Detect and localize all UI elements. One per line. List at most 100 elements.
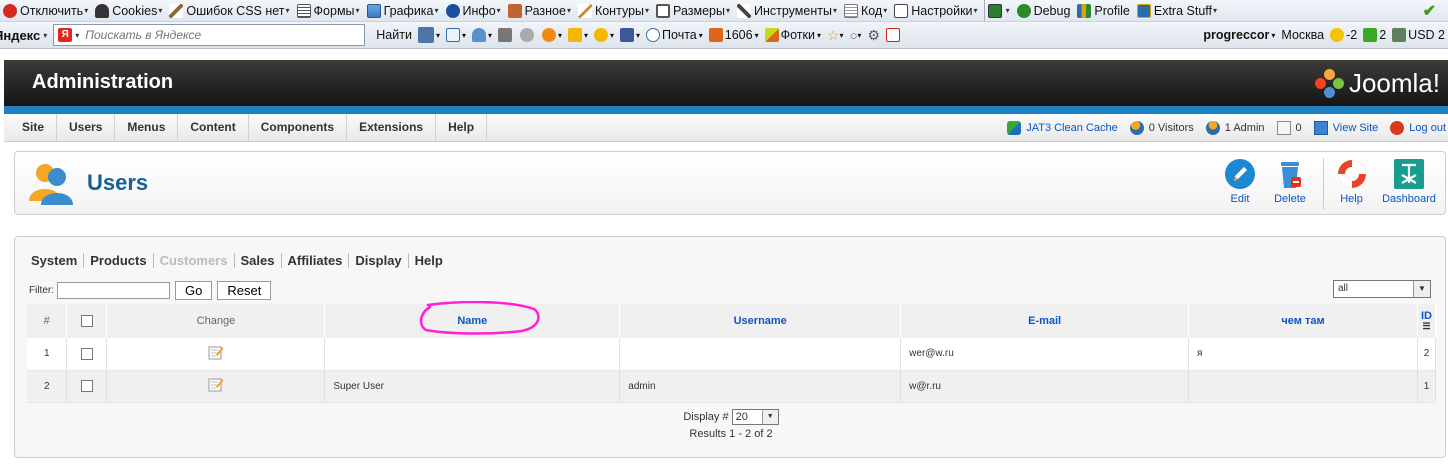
vk-icon[interactable]: ▾ bbox=[415, 22, 443, 48]
tab-sales[interactable]: Sales bbox=[233, 253, 281, 268]
bug-icon bbox=[1016, 3, 1031, 18]
toolbar-item-profile[interactable]: Profile bbox=[1074, 0, 1133, 21]
yandex-photos-item[interactable]: Фотки ▾ bbox=[762, 22, 824, 48]
globe-icon[interactable] bbox=[517, 22, 539, 48]
yandex-mail-item[interactable]: Почта ▾ bbox=[643, 22, 706, 48]
images-icon bbox=[366, 3, 381, 18]
odnoklassniki-icon[interactable]: ▾ bbox=[539, 22, 565, 48]
row-checkbox[interactable] bbox=[80, 380, 93, 392]
messages-status[interactable]: 0 bbox=[1276, 120, 1302, 135]
traffic-item[interactable]: 2 bbox=[1360, 22, 1389, 48]
select-all-checkbox[interactable] bbox=[80, 315, 93, 328]
toolbar-item-tools[interactable]: Инструменты ▾ bbox=[734, 0, 841, 21]
menu-extensions[interactable]: Extensions bbox=[347, 114, 437, 141]
yandex-counter-item[interactable]: 1606 ▾ bbox=[706, 22, 762, 48]
menu-content[interactable]: Content bbox=[178, 114, 249, 141]
col-email[interactable]: E-mail bbox=[900, 304, 1190, 338]
chevron-down-icon[interactable]: ▾ bbox=[75, 31, 79, 40]
edit-button[interactable]: Edit bbox=[1215, 158, 1265, 210]
tab-display[interactable]: Display bbox=[348, 253, 407, 268]
help-button[interactable]: Help bbox=[1323, 158, 1379, 210]
menu-menus[interactable]: Menus bbox=[115, 114, 179, 141]
display-count-select[interactable]: 20 ▼ bbox=[731, 409, 779, 425]
toolbar-item-images[interactable]: Графика ▾ bbox=[364, 0, 443, 21]
alert-icon[interactable]: ▾ bbox=[591, 22, 617, 48]
logout-link[interactable]: Log out bbox=[1390, 120, 1446, 135]
weather-item[interactable]: -2 bbox=[1327, 22, 1360, 48]
tab-help[interactable]: Help bbox=[407, 253, 449, 268]
person-icon[interactable]: ▾ bbox=[469, 22, 495, 48]
toolbar-item-extra[interactable]: Extra Stuff ▾ bbox=[1134, 0, 1221, 21]
toolbar-item-disable[interactable]: Отключить ▾ bbox=[0, 0, 92, 21]
toolbar-item-misc[interactable]: Разное ▾ bbox=[505, 0, 575, 21]
menu-help[interactable]: Help bbox=[436, 114, 488, 141]
tab-products[interactable]: Products bbox=[83, 253, 152, 268]
toolbar-item-options[interactable]: Настройки ▾ bbox=[891, 0, 981, 21]
tab-customers[interactable]: Customers bbox=[152, 253, 234, 268]
toolbar-item-resize[interactable]: Размеры ▾ bbox=[653, 0, 734, 21]
clean-cache-link[interactable]: JAT3 Clean Cache bbox=[1007, 120, 1118, 135]
chevron-down-icon[interactable]: ▼ bbox=[761, 410, 778, 424]
reset-button[interactable]: Reset bbox=[217, 281, 272, 300]
dashboard-button[interactable]: Dashboard bbox=[1379, 158, 1439, 210]
tab-affiliates[interactable]: Affiliates bbox=[280, 253, 349, 268]
table-row[interactable]: 2 Super User admin w@r.ru 1 bbox=[27, 370, 1437, 403]
col-extra[interactable]: чем там bbox=[1188, 304, 1418, 338]
chevron-down-icon: ▾ bbox=[1005, 6, 1010, 15]
delete-icon bbox=[1281, 162, 1301, 188]
menu-site[interactable]: Site bbox=[10, 114, 58, 141]
star-icon[interactable]: ☆ ▾ bbox=[824, 22, 847, 48]
edit-note-icon[interactable] bbox=[208, 345, 224, 360]
recycle-icon bbox=[1007, 120, 1022, 135]
green-check-icon[interactable]: ✔ bbox=[1420, 0, 1440, 21]
col-id[interactable]: ID ☰ bbox=[1417, 304, 1437, 338]
toolbar-item-cookies[interactable]: Cookies ▾ bbox=[92, 0, 166, 21]
menu-components[interactable]: Components bbox=[249, 114, 348, 141]
filter-select[interactable]: all ▼ bbox=[1333, 280, 1431, 298]
envelope-icon[interactable]: ▾ bbox=[565, 22, 591, 48]
toolbar-item-monitor[interactable]: ▾ bbox=[983, 0, 1014, 21]
gear-icon[interactable]: ⚙ bbox=[864, 22, 883, 48]
joomla-logo[interactable]: Joomla! bbox=[1314, 68, 1440, 99]
chevron-down-icon[interactable]: ▼ bbox=[1413, 281, 1430, 297]
currency-item[interactable]: USD 2 bbox=[1389, 22, 1448, 48]
page-title: Users bbox=[87, 170, 149, 195]
profile-icon bbox=[1077, 3, 1092, 18]
chevron-down-icon: ▾ bbox=[496, 6, 501, 15]
go-button[interactable]: Go bbox=[175, 281, 213, 300]
yandex-search-field[interactable]: Я ▾ bbox=[53, 24, 366, 46]
toolbar-item-forms[interactable]: Формы ▾ bbox=[294, 0, 364, 21]
toolbar-item-outline[interactable]: Контуры ▾ bbox=[575, 0, 653, 21]
tools-icon bbox=[737, 3, 751, 18]
delete-button[interactable]: Delete bbox=[1265, 158, 1315, 210]
chevron-down-icon: ▾ bbox=[832, 6, 837, 15]
toolbar-item-source[interactable]: Код ▾ bbox=[841, 0, 891, 21]
col-username[interactable]: Username bbox=[619, 304, 902, 338]
yandex-city[interactable]: Москва bbox=[1278, 22, 1327, 48]
gmail-icon[interactable] bbox=[883, 22, 905, 48]
box-icon bbox=[708, 28, 723, 42]
chevron-down-icon[interactable]: ▾ bbox=[43, 31, 47, 40]
users-table: # Change Name Username E-mail чем там ID… bbox=[27, 304, 1437, 403]
row-email: wer@w.ru bbox=[900, 338, 1190, 371]
yandex-find-button[interactable]: Найти bbox=[373, 22, 415, 48]
yandex-search-input[interactable] bbox=[85, 28, 346, 42]
edit-note-icon[interactable] bbox=[208, 377, 224, 392]
yandex-user[interactable]: progreccor ▾ bbox=[1200, 22, 1278, 48]
menu-users[interactable]: Users bbox=[57, 114, 116, 141]
row-checkbox[interactable] bbox=[80, 347, 93, 360]
tab-system[interactable]: System bbox=[31, 253, 83, 268]
toolbar-item-debug[interactable]: Debug bbox=[1014, 0, 1075, 21]
resize-icon bbox=[656, 3, 671, 18]
table-row[interactable]: 1 wer@w.ru я 2 bbox=[27, 338, 1437, 371]
chat-bubble-icon[interactable]: ○ ▾ bbox=[847, 22, 865, 48]
filter-input[interactable] bbox=[57, 282, 170, 299]
toolbar-item-css[interactable]: Ошибок CSS нет ▾ bbox=[166, 0, 293, 21]
options-icon bbox=[894, 3, 909, 18]
facebook-icon[interactable]: ▾ bbox=[617, 22, 643, 48]
view-site-link[interactable]: View Site bbox=[1313, 120, 1378, 135]
messages-icon bbox=[1276, 120, 1291, 135]
disk-icon[interactable] bbox=[495, 22, 517, 48]
mail-envelope-icon[interactable]: ▾ bbox=[443, 22, 469, 48]
toolbar-item-info[interactable]: Инфо ▾ bbox=[443, 0, 505, 21]
